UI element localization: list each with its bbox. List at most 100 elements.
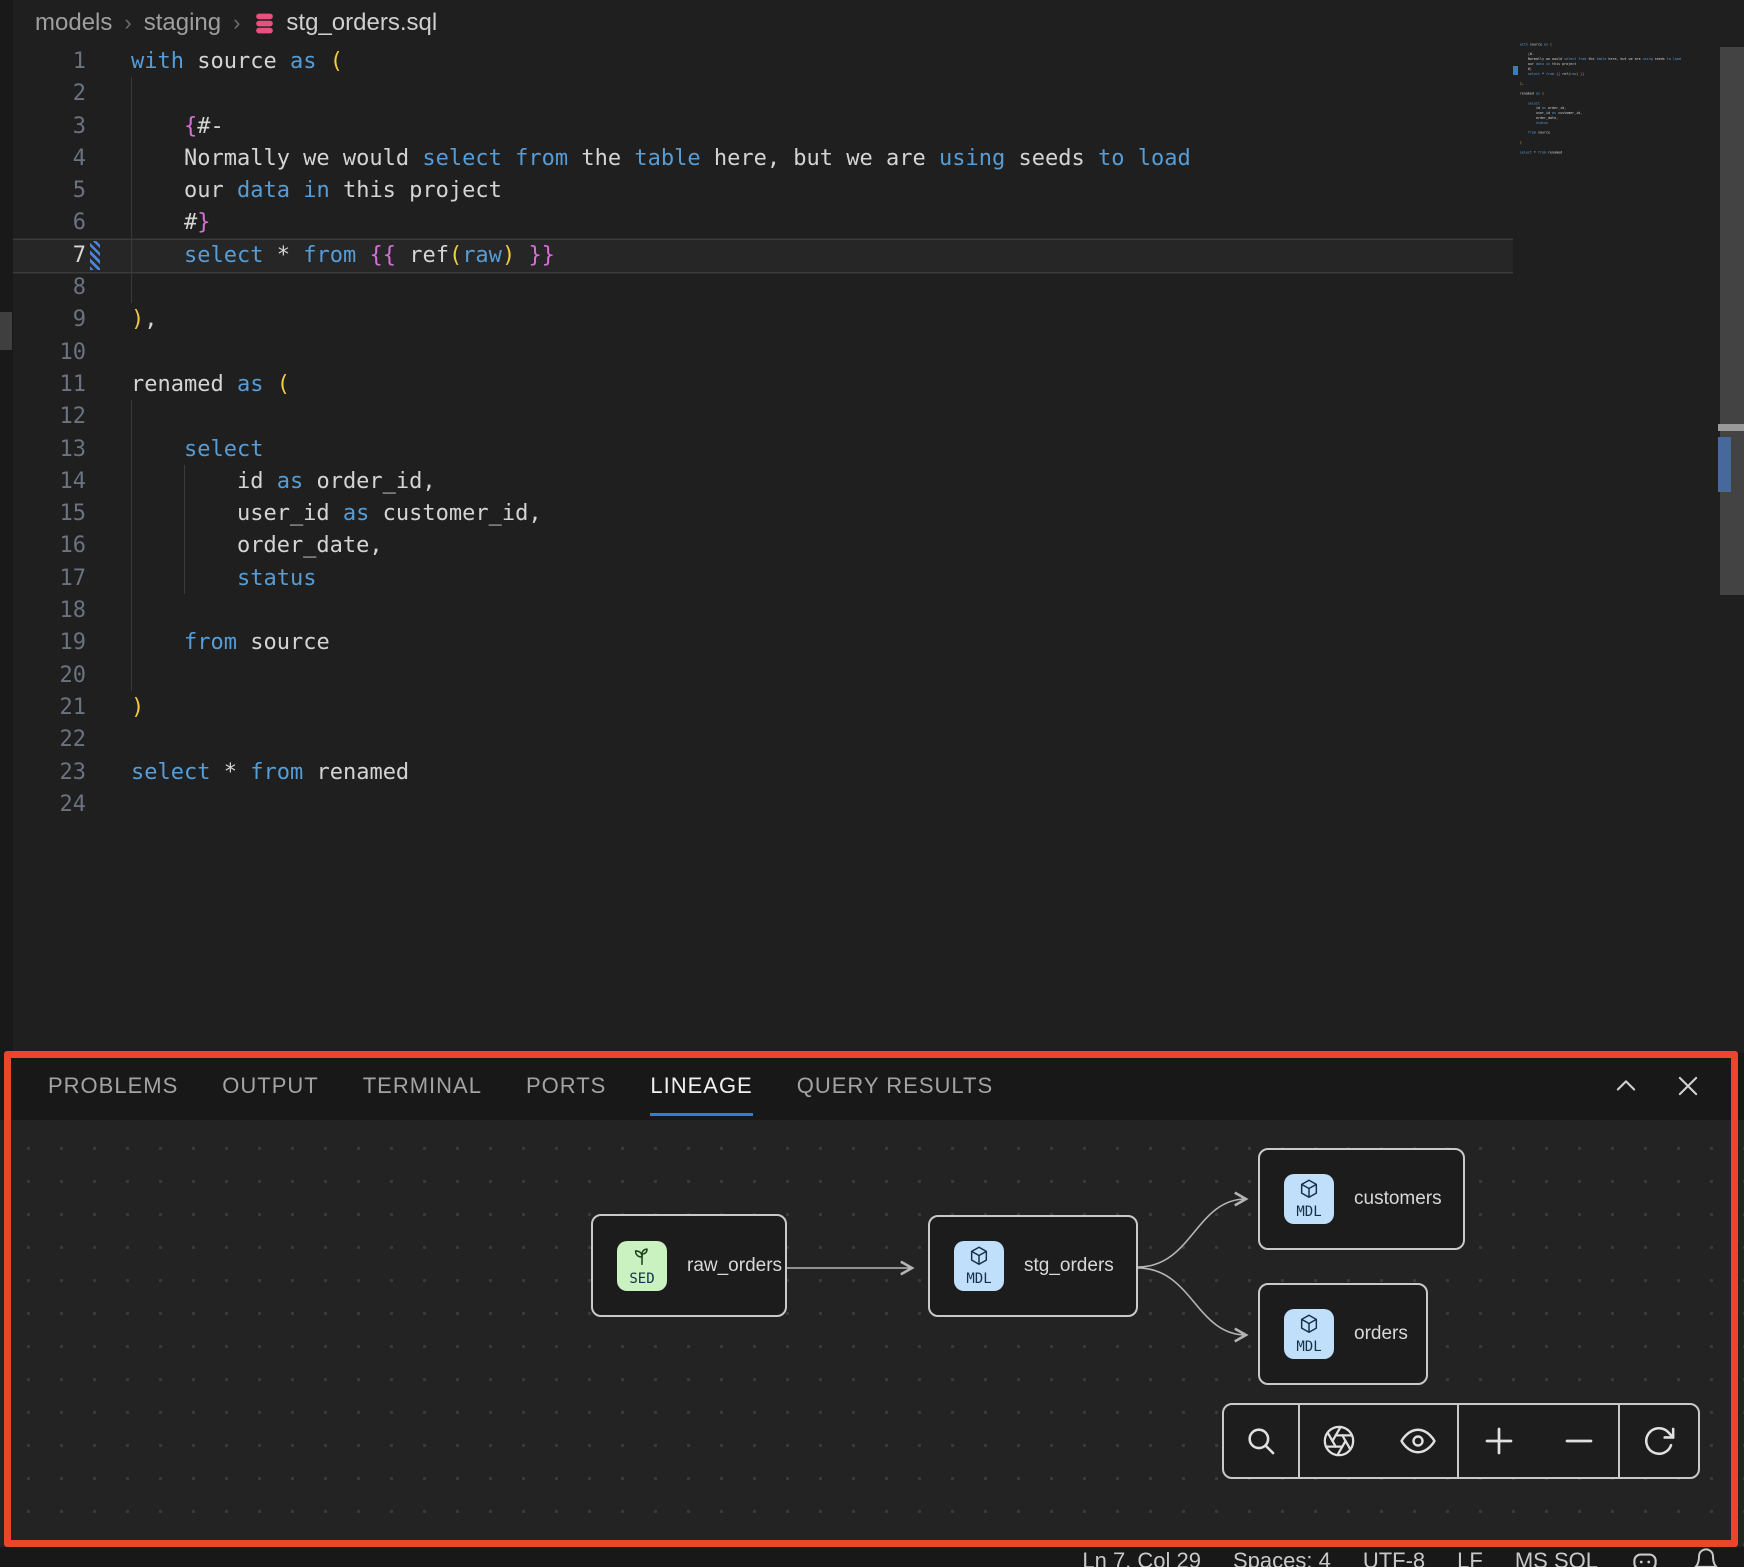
badge-label: SED (629, 1271, 654, 1287)
code-line-15[interactable]: 15 user_id as customer_id, (13, 498, 1513, 530)
status-item-ln-7-col-29[interactable]: Ln 7, Col 29 (1082, 1547, 1201, 1567)
code-line-9[interactable]: 9), (13, 304, 1513, 336)
tab-label: QUERY RESULTS (797, 1073, 993, 1099)
tab-ports[interactable]: PORTS (526, 1059, 606, 1116)
tab-label: PROBLEMS (48, 1073, 178, 1099)
node-label: raw_orders (687, 1255, 782, 1277)
breadcrumb-file-label: stg_orders.sql (286, 9, 437, 37)
lineage-node-stg_orders[interactable]: MDL stg_orders (928, 1215, 1138, 1317)
code-line-24[interactable]: 24 (13, 789, 1513, 821)
lineage-toolbar (1222, 1403, 1700, 1479)
close-icon[interactable] (1674, 1072, 1702, 1100)
code-line-16[interactable]: 16 order_date, (13, 530, 1513, 562)
bell-icon[interactable] (1692, 1547, 1720, 1567)
code-line-6[interactable]: 6 #} (13, 207, 1513, 239)
code-line-19[interactable]: 19 from source (13, 627, 1513, 659)
breadcrumb-item-staging[interactable]: staging (144, 9, 221, 37)
lineage-node-orders[interactable]: MDL orders (1258, 1283, 1428, 1385)
tab-terminal[interactable]: TERMINAL (363, 1059, 482, 1116)
line-number: 15 (13, 498, 86, 530)
badge-label: MDL (1296, 1204, 1321, 1220)
breadcrumb-separator: › (124, 10, 131, 36)
edge-stg_orders-customers (1138, 1199, 1246, 1267)
line-number: 8 (13, 272, 86, 304)
code-line-11[interactable]: 11renamed as ( (13, 369, 1513, 401)
code-line-1[interactable]: 1with source as ( (13, 46, 1513, 78)
code-line-17[interactable]: 17 status (13, 563, 1513, 595)
toolbar-zoom-in-button[interactable] (1471, 1405, 1527, 1477)
code-line-21[interactable]: 21) (13, 692, 1513, 724)
chevron-up-icon[interactable] (1612, 1072, 1640, 1100)
tab-output[interactable]: OUTPUT (222, 1059, 318, 1116)
seedling-icon (631, 1245, 653, 1272)
bottom-panel: PROBLEMS OUTPUT TERMINAL PORTS LINEAGE QUERY … (0, 1053, 1744, 1567)
sidebar-drag-handle[interactable] (0, 312, 12, 350)
node-label: stg_orders (1024, 1255, 1114, 1277)
line-number: 23 (13, 757, 86, 789)
code-editor[interactable]: 1with source as (23 {#-4 Normally we wou… (13, 46, 1513, 821)
breadcrumb-file[interactable]: stg_orders.sql (252, 9, 437, 37)
minimap[interactable]: with source as ( {#- Normally we would s… (1513, 42, 1713, 962)
tab-problems[interactable]: PROBLEMS (48, 1059, 178, 1116)
scrollbar-modified-marker (1718, 437, 1731, 492)
line-number: 1 (13, 46, 86, 78)
line-number: 3 (13, 111, 86, 143)
editor-scrollbar[interactable] (1720, 47, 1744, 595)
tab-label: PORTS (526, 1073, 606, 1099)
code-line-22[interactable]: 22 (13, 724, 1513, 756)
tab-label: TERMINAL (363, 1073, 482, 1099)
code-line-8[interactable]: 8 (13, 272, 1513, 304)
tab-label: LINEAGE (650, 1073, 752, 1099)
toolbar-zoom-out-button[interactable] (1551, 1405, 1607, 1477)
indent-guide (131, 400, 132, 691)
toolbar-refresh-button[interactable] (1631, 1405, 1687, 1477)
lineage-node-customers[interactable]: MDL customers (1258, 1148, 1465, 1250)
line-number: 20 (13, 660, 86, 692)
code-line-10[interactable]: 10 (13, 337, 1513, 369)
line-number: 6 (13, 207, 86, 239)
tab-query-results[interactable]: QUERY RESULTS (797, 1059, 993, 1116)
code-line-23[interactable]: 23select * from renamed (13, 757, 1513, 789)
code-line-13[interactable]: 13 select (13, 434, 1513, 466)
tab-lineage[interactable]: LINEAGE (650, 1059, 752, 1116)
left-edge-strip (0, 0, 13, 1053)
code-line-20[interactable]: 20 (13, 660, 1513, 692)
code-line-12[interactable]: 12 (13, 401, 1513, 433)
status-item-ms-sql[interactable]: MS SQL (1515, 1547, 1598, 1567)
line-number: 13 (13, 434, 86, 466)
code-line-14[interactable]: 14 id as order_id, (13, 466, 1513, 498)
code-line-2[interactable]: 2 (13, 78, 1513, 110)
line-number: 4 (13, 143, 86, 175)
code-line-4[interactable]: 4 Normally we would select from the tabl… (13, 143, 1513, 175)
code-line-7[interactable]: 7 select * from {{ ref(raw) }} (13, 240, 1513, 272)
status-item-spaces-4[interactable]: Spaces: 4 (1233, 1547, 1331, 1567)
code-line-18[interactable]: 18 (13, 595, 1513, 627)
line-number: 18 (13, 595, 86, 627)
status-item-lf[interactable]: LF (1457, 1547, 1483, 1567)
seedling-badge: SED (617, 1241, 667, 1291)
line-number: 7 (13, 240, 86, 272)
copilot-icon[interactable] (1630, 1547, 1660, 1567)
line-number: 21 (13, 692, 86, 724)
breadcrumb-item-models[interactable]: models (35, 9, 112, 37)
panel-actions (1612, 1059, 1744, 1113)
indent-guide (184, 465, 185, 594)
toolbar-aperture-button[interactable] (1311, 1405, 1367, 1477)
lineage-canvas[interactable]: SED raw_orders MDL stg_orders MDL custom… (0, 1120, 1744, 1567)
lineage-node-raw_orders[interactable]: SED raw_orders (591, 1214, 787, 1317)
tab-label: OUTPUT (222, 1073, 318, 1099)
database-icon (252, 11, 277, 36)
line-number: 19 (13, 627, 86, 659)
code-line-3[interactable]: 3 {#- (13, 111, 1513, 143)
minimap-modified-marker (1513, 66, 1518, 75)
code-line-5[interactable]: 5 our data in this project (13, 175, 1513, 207)
cube-icon (1298, 1313, 1320, 1340)
toolbar-search-button[interactable] (1233, 1405, 1289, 1477)
modified-line-marker (90, 241, 100, 270)
toolbar-eye-button[interactable] (1390, 1405, 1446, 1477)
node-label: orders (1354, 1323, 1408, 1345)
line-number: 24 (13, 789, 86, 821)
cube-icon (968, 1245, 990, 1272)
code-line-24[interactable] (1513, 155, 1711, 160)
status-item-utf-8[interactable]: UTF-8 (1363, 1547, 1425, 1567)
